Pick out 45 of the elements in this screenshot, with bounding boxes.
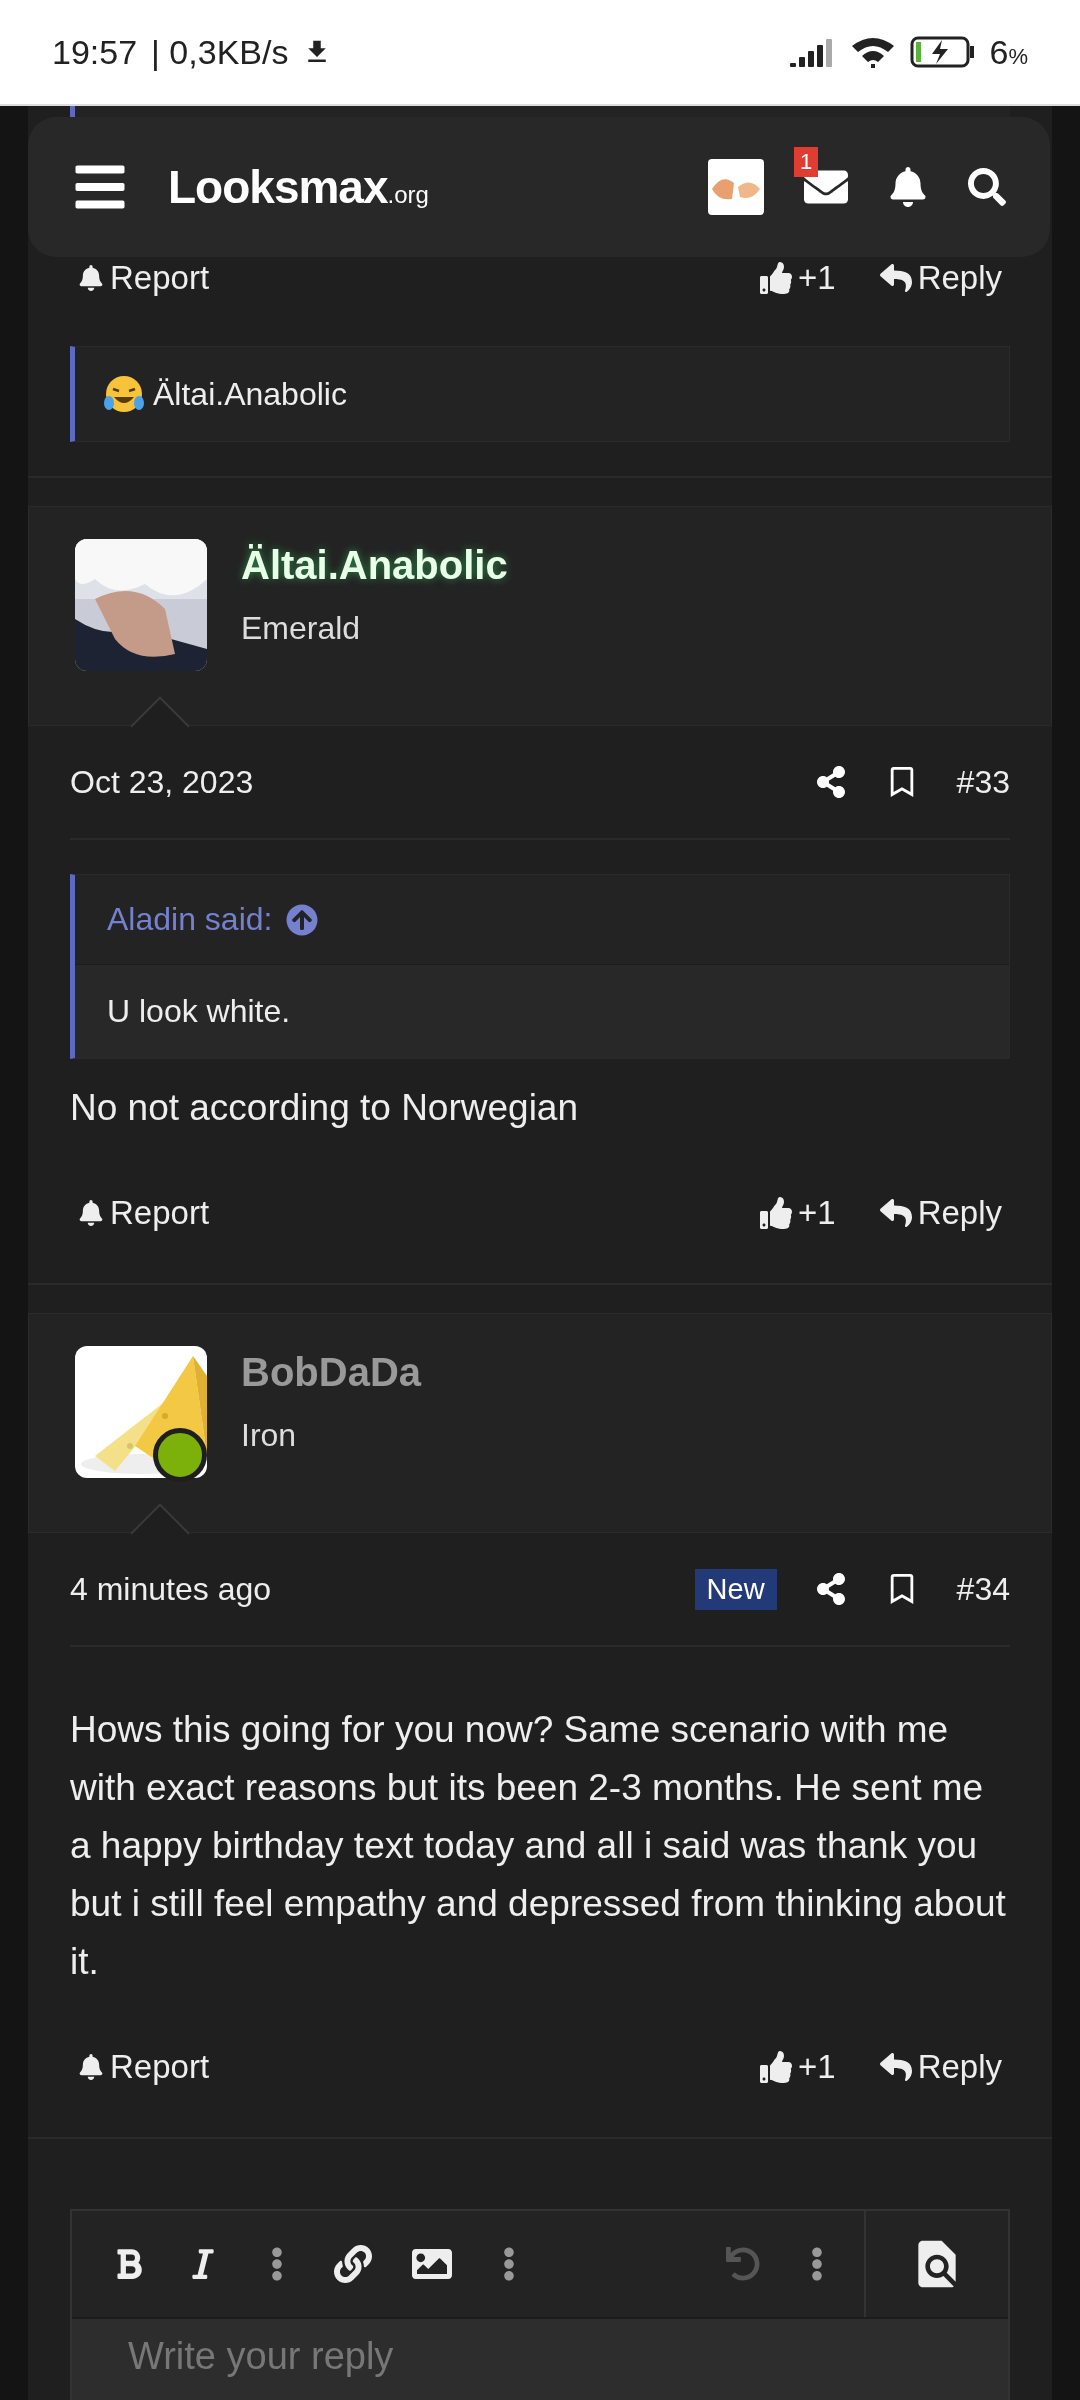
reaction-user[interactable]: Ältai.Anabolic: [153, 375, 347, 413]
thumbs-up-icon: [760, 2051, 792, 2083]
quote-author[interactable]: Aladin said:: [107, 901, 273, 938]
post-message: Hows this going for you now? Same scenario with me with exact reasons but its been 2-3 months. He sent me a happy birthday text today and all i said was thank you but i still feel empathy and depressed from thinking about it.: [70, 1708, 1007, 1984]
quote-text: U look white.: [75, 965, 1009, 1058]
battery-level: 6%: [989, 32, 1028, 72]
battery-icon: [909, 36, 976, 68]
laughing-face-icon: [103, 373, 145, 415]
report-button[interactable]: Report: [78, 1194, 210, 1232]
user-rank: Emerald: [241, 610, 362, 647]
link-icon[interactable]: [334, 2245, 372, 2283]
post-date[interactable]: Oct 23, 2023: [70, 763, 254, 801]
thumbs-up-icon: [760, 262, 792, 294]
user-rank: Iron: [241, 1417, 298, 1454]
username[interactable]: Ältai.Anabolic: [241, 543, 508, 588]
post-number[interactable]: #33: [956, 763, 1010, 801]
reply-button[interactable]: Reply: [879, 2048, 1002, 2086]
new-tag: New: [694, 1568, 777, 1610]
jump-icon[interactable]: [286, 903, 319, 936]
reply-icon: [879, 2051, 912, 2083]
bell-icon: [78, 265, 104, 291]
share-icon[interactable]: [814, 1573, 847, 1605]
post-message: No not according to Norwegian: [70, 1086, 579, 1130]
report-button[interactable]: Report: [78, 2048, 210, 2086]
reply-icon: [879, 1197, 912, 1229]
bell-icon: [78, 2054, 104, 2080]
bell-icon[interactable]: [888, 167, 928, 207]
thumbs-up-icon: [760, 1197, 792, 1229]
network-speed: | 0,3KB/s: [151, 32, 289, 72]
bell-icon: [78, 1200, 104, 1226]
like-button[interactable]: +1: [760, 2048, 836, 2086]
post-date[interactable]: 4 minutes ago: [70, 1570, 271, 1608]
share-icon[interactable]: [814, 766, 847, 798]
reply-button[interactable]: Reply: [879, 1194, 1002, 1232]
reply-icon: [879, 262, 912, 294]
report-button[interactable]: Report: [78, 259, 210, 297]
like-button[interactable]: +1: [760, 259, 836, 297]
site-logo[interactable]: Looksmax.org: [168, 160, 429, 214]
username[interactable]: BobDaDa: [241, 1350, 422, 1395]
status-time: 19:57: [52, 32, 138, 72]
reply-button[interactable]: Reply: [879, 259, 1002, 297]
post-number[interactable]: #34: [956, 1570, 1010, 1608]
like-button[interactable]: +1: [760, 1194, 836, 1232]
notification-badge: 1: [794, 147, 819, 177]
search-icon[interactable]: [968, 168, 1006, 206]
